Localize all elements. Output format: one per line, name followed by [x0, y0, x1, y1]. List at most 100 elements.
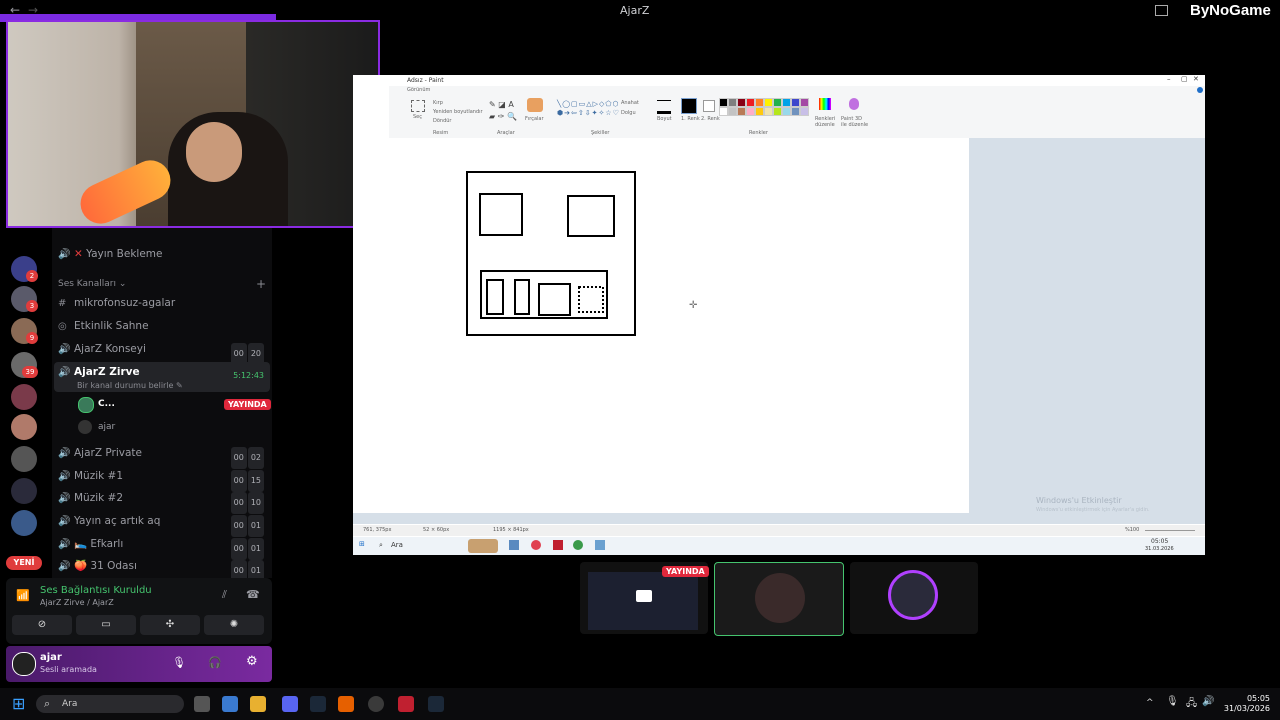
- tool-crop[interactable]: Kırp: [433, 100, 443, 106]
- maximize-icon[interactable]: ▢: [1181, 75, 1188, 83]
- palette-color[interactable]: [755, 107, 764, 116]
- palette-color[interactable]: [719, 98, 728, 107]
- volume-icon[interactable]: 🔊: [1202, 696, 1214, 707]
- avatar[interactable]: [12, 652, 36, 676]
- chrome-icon[interactable]: [573, 540, 583, 550]
- palette-color[interactable]: [737, 107, 746, 116]
- shapes-gallery[interactable]: ╲◯▢▭△▷◇⬠⬡: [557, 100, 620, 108]
- tool-brushes[interactable]: Fırçalar: [525, 116, 544, 122]
- eraser-icon[interactable]: ▰ ✑ 🔍: [489, 112, 517, 121]
- size-icon[interactable]: [657, 100, 671, 114]
- steam-icon[interactable]: [428, 696, 444, 712]
- zoom-slider[interactable]: [1145, 530, 1195, 531]
- palette-color[interactable]: [791, 98, 800, 107]
- section-header[interactable]: Ses Kanalları ⌄: [58, 279, 126, 289]
- tray-mic-icon[interactable]: 🎙: [1166, 696, 1179, 707]
- server-icon[interactable]: [11, 478, 37, 504]
- channel-item[interactable]: 🔊 AjarZ Private 00 02: [58, 443, 270, 469]
- tool-select[interactable]: Seç: [413, 114, 422, 120]
- soundboard-button[interactable]: ✺: [204, 615, 264, 635]
- windows-start-icon[interactable]: ⊞: [359, 540, 365, 548]
- windows-start-icon[interactable]: ⊞: [12, 694, 25, 713]
- tool-fill[interactable]: Dolgu: [621, 110, 636, 116]
- remote-app-icon[interactable]: [531, 540, 541, 550]
- channel-item[interactable]: 🔊 🍑 31 Odası 00 01: [58, 556, 270, 582]
- tray-chevron-icon[interactable]: ^: [1146, 698, 1154, 708]
- pencil-icon[interactable]: ✎ ◪ A: [489, 100, 514, 109]
- zoom-level[interactable]: %100: [1125, 527, 1139, 533]
- noise-suppression-icon[interactable]: ⫽: [222, 588, 227, 602]
- headphones-icon[interactable]: 🎧: [208, 656, 222, 669]
- palette-color[interactable]: [800, 98, 809, 107]
- activities-button[interactable]: ✣: [140, 615, 200, 635]
- avatar[interactable]: [78, 397, 94, 413]
- channel-item[interactable]: 🔊 Müzik #1 00 15: [58, 466, 270, 492]
- remote-search-icon[interactable]: ⌕: [379, 541, 383, 550]
- steam-icon[interactable]: [310, 696, 326, 712]
- signal-icon[interactable]: 📶: [16, 589, 30, 602]
- select-icon[interactable]: [411, 100, 425, 112]
- palette-color[interactable]: [764, 107, 773, 116]
- minimize-icon[interactable]: –: [1167, 75, 1171, 83]
- tool-edit-colors[interactable]: Renkleri düzenle: [815, 116, 837, 128]
- add-channel-icon[interactable]: +: [256, 277, 266, 291]
- paint-app-icon[interactable]: [595, 540, 605, 550]
- palette-color[interactable]: [728, 107, 737, 116]
- task-view-icon[interactable]: [194, 696, 210, 712]
- color-palette[interactable]: [719, 98, 809, 118]
- tool-size[interactable]: Boyut: [657, 116, 672, 122]
- palette-color[interactable]: [728, 98, 737, 107]
- remote-search[interactable]: Ara: [391, 541, 403, 549]
- server-icon[interactable]: [11, 510, 37, 536]
- server-icon[interactable]: [11, 414, 37, 440]
- tool-resize[interactable]: Yeniden boyutlandır: [433, 109, 483, 115]
- palette-color[interactable]: [737, 98, 746, 107]
- palette-color[interactable]: [764, 98, 773, 107]
- settings-gear-icon[interactable]: ⚙: [246, 654, 258, 669]
- member-name[interactable]: ajar: [98, 422, 115, 432]
- drawing-canvas[interactable]: ✛: [353, 138, 969, 513]
- remote-app-icon[interactable]: [553, 540, 563, 550]
- microphone-icon[interactable]: 🎙: [172, 656, 186, 669]
- voice-status[interactable]: Ses Bağlantısı Kuruldu: [40, 585, 152, 596]
- shapes-gallery-row2[interactable]: ⬢➔⇦⇧⇩✦✧☆♡: [557, 109, 620, 117]
- paint3d-icon[interactable]: [849, 98, 859, 110]
- stream-tile[interactable]: YAYINDA: [580, 562, 709, 634]
- taskbar-search[interactable]: Ara: [36, 695, 184, 713]
- remote-app-icon[interactable]: [468, 539, 498, 553]
- channel-item[interactable]: ◎ Etkinlik Sahne: [58, 316, 270, 336]
- member-name[interactable]: C...: [98, 399, 115, 409]
- palette-color[interactable]: [791, 107, 800, 116]
- avatar[interactable]: [78, 420, 92, 434]
- tool-outline[interactable]: Anahat: [621, 100, 639, 106]
- firefox-icon[interactable]: [338, 696, 354, 712]
- inbox-icon[interactable]: [1155, 5, 1168, 16]
- palette-color[interactable]: [746, 98, 755, 107]
- channel-item[interactable]: 🔊 AjarZ Konseyi 00 20: [58, 339, 270, 365]
- network-icon[interactable]: 🖧: [1186, 696, 1197, 713]
- disconnect-icon[interactable]: ☎: [246, 588, 260, 601]
- discord-icon[interactable]: [282, 696, 298, 712]
- color2-swatch[interactable]: [703, 100, 715, 112]
- palette-color[interactable]: [800, 107, 809, 116]
- palette-color[interactable]: [782, 107, 791, 116]
- close-icon[interactable]: ✕: [1193, 75, 1199, 83]
- menu-view[interactable]: Görünüm: [407, 87, 430, 93]
- stream-tile[interactable]: [850, 562, 978, 634]
- channel-item[interactable]: # mikrofonsuz-agalar: [58, 293, 270, 313]
- file-explorer-icon[interactable]: [250, 696, 266, 712]
- tool-color2[interactable]: 2. Renk: [701, 116, 720, 122]
- palette-color[interactable]: [755, 98, 764, 107]
- camera-off-button[interactable]: ⊘: [12, 615, 72, 635]
- remote-app-icon[interactable]: [509, 540, 519, 550]
- new-badge[interactable]: YENİ: [6, 556, 42, 570]
- tool-rotate[interactable]: Döndür: [433, 118, 451, 124]
- channel-item[interactable]: 🔊 Müzik #2 00 10: [58, 488, 270, 514]
- copilot-icon[interactable]: [222, 696, 238, 712]
- color1-swatch[interactable]: [681, 98, 697, 114]
- app-icon[interactable]: [368, 696, 384, 712]
- palette-color[interactable]: [773, 98, 782, 107]
- tool-color1[interactable]: 1. Renk: [681, 116, 700, 122]
- palette-color[interactable]: [746, 107, 755, 116]
- palette-color[interactable]: [773, 107, 782, 116]
